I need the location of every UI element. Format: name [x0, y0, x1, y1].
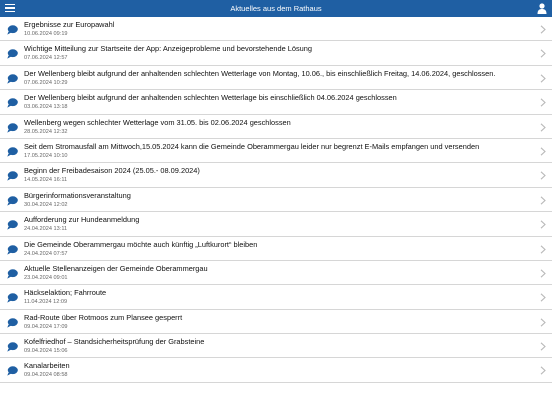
chevron-right-icon: [540, 318, 546, 327]
news-date: 24.04.2024 07:57: [24, 250, 68, 257]
news-title: Aufforderung zur Hundeanmeldung: [24, 215, 140, 225]
chevron-right-icon: [540, 74, 546, 83]
chevron-right-icon: [540, 244, 546, 254]
news-date: 07.06.2024 12:57: [24, 55, 68, 62]
speech-bubble-icon: [7, 74, 18, 84]
chevron-right-icon: [540, 196, 546, 205]
chevron-right-icon: [540, 366, 546, 376]
news-date: 28.05.2024 12:32: [24, 128, 68, 135]
speech-bubble-icon: [7, 293, 18, 303]
news-title: Beginn der Freibadesaison 2024 (25.05.- …: [24, 166, 200, 176]
speech-bubble-icon: [7, 98, 18, 108]
news-title: Wellenberg wegen schlechter Wetterlage v…: [24, 117, 291, 127]
news-title: Der Wellenberg bleibt aufgrund der anhal…: [24, 93, 397, 103]
news-list-item[interactable]: Der Wellenberg bleibt aufgrund der anhal…: [0, 90, 552, 115]
chevron-right-icon: [540, 25, 546, 34]
news-date: 09.04.2024 15:06: [24, 348, 68, 355]
news-date: 23.04.2024 09:01: [24, 274, 68, 281]
speech-bubble-icon: [7, 220, 18, 230]
news-date: 14.05.2024 16:11: [24, 177, 68, 184]
speech-bubble-icon: [7, 171, 18, 181]
chevron-right-icon: [540, 171, 546, 180]
news-list-item[interactable]: Kofelfriedhof – Standsicherheitsprüfung …: [0, 334, 552, 359]
chevron-right-icon: [540, 269, 546, 278]
page-title: Aktuelles aus dem Rathaus: [230, 4, 322, 13]
speech-bubble-icon: [7, 49, 18, 59]
news-date: 07.06.2024 10:29: [24, 79, 68, 86]
news-date: 24.04.2024 13:11: [24, 226, 68, 233]
news-list-item[interactable]: Wellenberg wegen schlechter Wetterlage v…: [0, 114, 552, 139]
chevron-right-icon: [540, 147, 546, 156]
user-icon[interactable]: [537, 3, 547, 14]
news-title: Aktuelle Stellenanzeigen der Gemeinde Ob…: [24, 263, 208, 273]
hamburger-menu-icon[interactable]: [5, 4, 15, 13]
news-date: 09.04.2024 17:09: [24, 323, 68, 330]
top-navigation-bar: Aktuelles aus dem Rathaus: [0, 0, 552, 17]
speech-bubble-icon: [7, 196, 18, 206]
news-date: 09.04.2024 08:58: [24, 372, 68, 379]
news-list-item[interactable]: Die Gemeinde Oberammergau möchte auch kü…: [0, 236, 552, 261]
news-list: Ergebnisse zur Europawahl 10.06.2024 09:1…: [0, 17, 552, 383]
news-list-item[interactable]: Aktuelle Stellenanzeigen der Gemeinde Ob…: [0, 260, 552, 286]
speech-bubble-icon: [7, 244, 18, 255]
news-list-item[interactable]: Der Wellenberg bleibt aufgrund der anhal…: [0, 65, 552, 91]
news-list-item[interactable]: Aufforderung zur Hundeanmeldung 24.04.202…: [0, 212, 552, 237]
news-title: Wichtige Mitteilung zur Startseite der A…: [24, 44, 312, 54]
chevron-right-icon: [540, 342, 546, 351]
news-list-item[interactable]: Ergebnisse zur Europawahl 10.06.2024 09:1…: [0, 17, 552, 42]
chevron-right-icon: [540, 122, 546, 132]
news-list-item[interactable]: Bürgerinformationsveranstaltung 30.04.202…: [0, 187, 552, 213]
news-date: 10.06.2024 09:19: [24, 31, 68, 37]
news-list-item[interactable]: Häckselaktion; Fahrroute 11.04.2024 12:09: [0, 285, 552, 310]
news-list-item[interactable]: Seit dem Stromausfall am Mittwoch,15.05.…: [0, 138, 552, 164]
chevron-right-icon: [540, 220, 546, 229]
speech-bubble-icon: [7, 147, 18, 157]
news-title: Bürgerinformationsveranstaltung: [24, 190, 131, 200]
news-date: 11.04.2024 12:09: [24, 299, 68, 306]
chevron-right-icon: [540, 49, 546, 58]
speech-bubble-icon: [7, 342, 18, 352]
news-list-item[interactable]: Kanalarbeiten 09.04.2024 08:58: [0, 358, 552, 383]
news-date: 17.05.2024 10:10: [24, 152, 68, 159]
speech-bubble-icon: [7, 122, 18, 133]
speech-bubble-icon: [7, 25, 18, 35]
news-title: Ergebnisse zur Europawahl: [24, 20, 115, 29]
news-date: 03.06.2024 13:18: [24, 104, 68, 111]
news-list-item[interactable]: Beginn der Freibadesaison 2024 (25.05.- …: [0, 163, 552, 188]
news-title: Seit dem Stromausfall am Mittwoch,15.05.…: [24, 141, 480, 151]
news-date: 30.04.2024 12:02: [24, 201, 68, 208]
news-title: Rad-Route über Rotmoos zum Plansee gespe…: [24, 312, 183, 322]
news-title: Kofelfriedhof – Standsicherheitsprüfung …: [24, 337, 205, 347]
news-title: Kanalarbeiten: [24, 361, 70, 371]
chevron-right-icon: [540, 98, 546, 107]
speech-bubble-icon: [7, 366, 18, 377]
news-list-item[interactable]: Rad-Route über Rotmoos zum Plansee gespe…: [0, 309, 552, 335]
news-title: Der Wellenberg bleibt aufgrund der anhal…: [24, 68, 496, 78]
news-title: Häckselaktion; Fahrroute: [24, 288, 107, 298]
news-list-item[interactable]: Wichtige Mitteilung zur Startseite der A…: [0, 41, 552, 66]
speech-bubble-icon: [7, 269, 18, 279]
chevron-right-icon: [540, 293, 546, 302]
speech-bubble-icon: [7, 317, 18, 328]
news-title: Die Gemeinde Oberammergau möchte auch kü…: [24, 239, 258, 249]
